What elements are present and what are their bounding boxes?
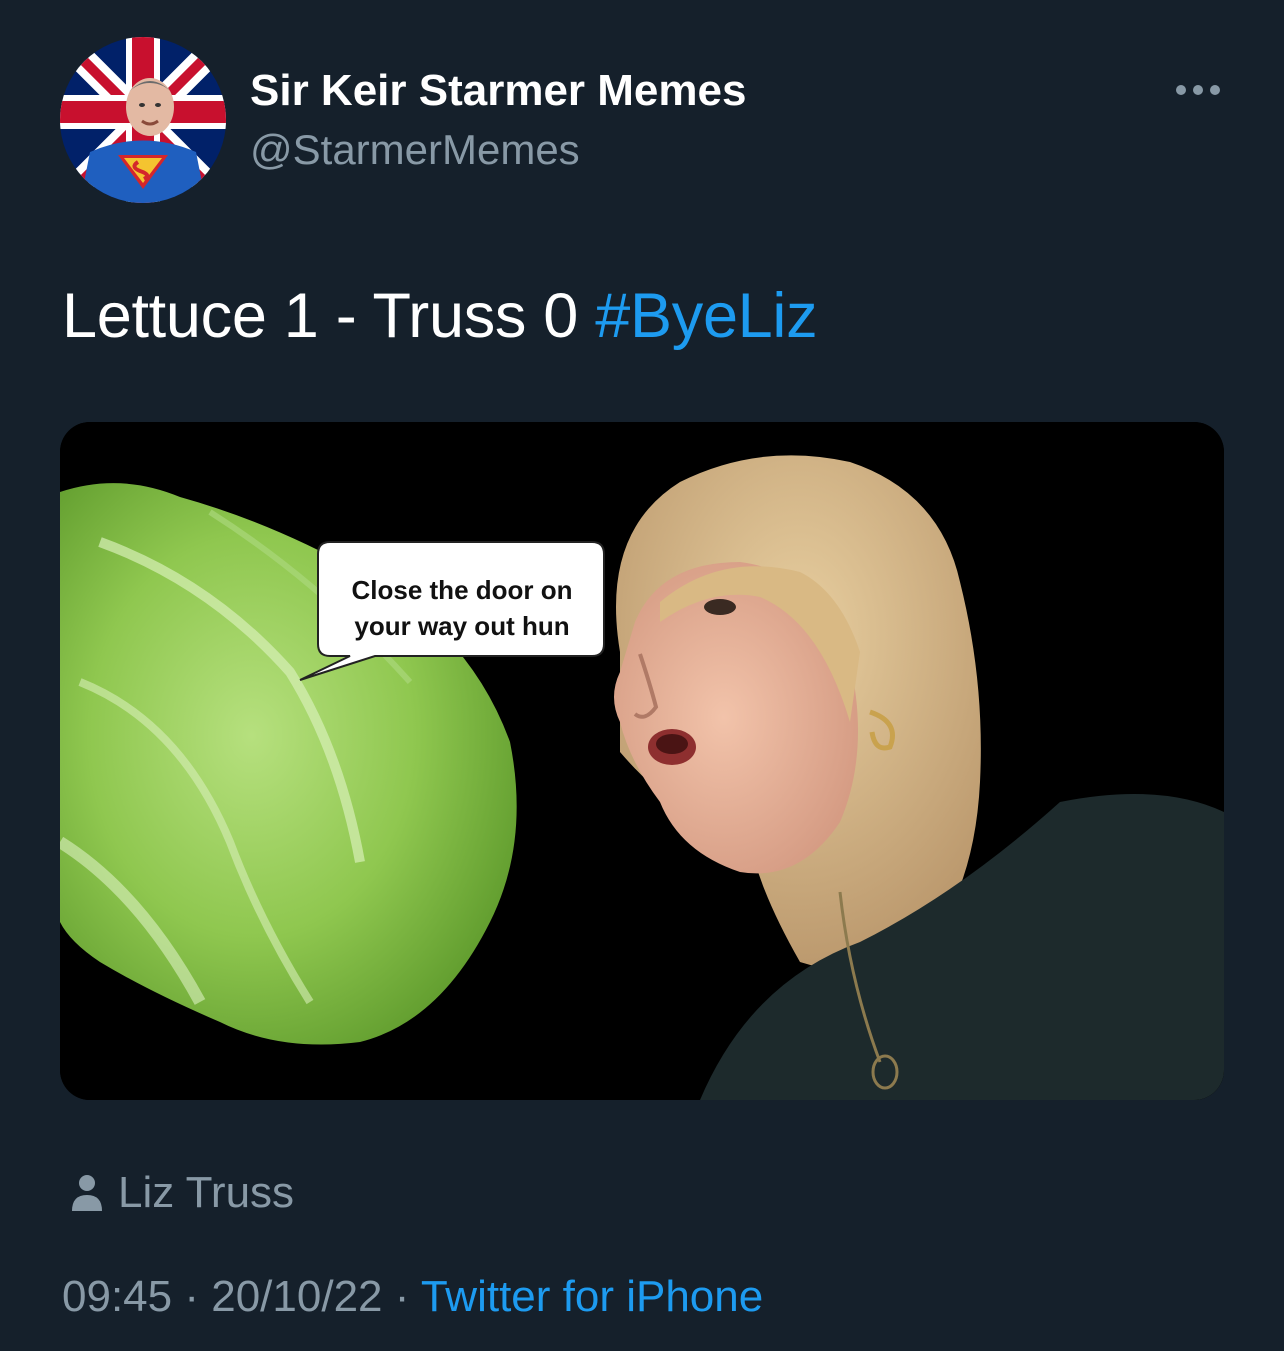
- hashtag-link[interactable]: #ByeLiz: [595, 281, 817, 351]
- meta-separator: ·: [184, 1272, 199, 1321]
- more-horizontal-icon: [1176, 85, 1220, 95]
- person-icon: [72, 1175, 102, 1211]
- tweet-body: Lettuce 1 - Truss 0: [62, 281, 579, 351]
- tweet-date[interactable]: 20/10/22: [211, 1272, 382, 1321]
- tagged-user-name[interactable]: Liz Truss: [118, 1168, 294, 1218]
- tweet-source-link[interactable]: Twitter for iPhone: [421, 1272, 763, 1321]
- speech-bubble-line-2: your way out hun: [354, 611, 570, 641]
- author-handle[interactable]: @StarmerMemes: [250, 126, 580, 174]
- tweet-meta: 09:45 · 20/10/22 · Twitter for iPhone: [62, 1272, 763, 1322]
- speech-bubble-text: Close the door on your way out hun: [322, 572, 602, 644]
- speech-bubble-line-1: Close the door on: [351, 575, 573, 605]
- tweet-media-image[interactable]: Close the door on your way out hun: [60, 422, 1224, 1100]
- tweet-text: Lettuce 1 - Truss 0 #ByeLiz: [62, 280, 818, 352]
- more-options-button[interactable]: [1170, 72, 1226, 108]
- meta-separator: ·: [394, 1272, 410, 1321]
- tweet-time[interactable]: 09:45: [62, 1272, 172, 1321]
- author-avatar[interactable]: [60, 37, 226, 203]
- author-display-name[interactable]: Sir Keir Starmer Memes: [250, 66, 746, 116]
- tagged-user-row[interactable]: Liz Truss: [70, 1168, 294, 1218]
